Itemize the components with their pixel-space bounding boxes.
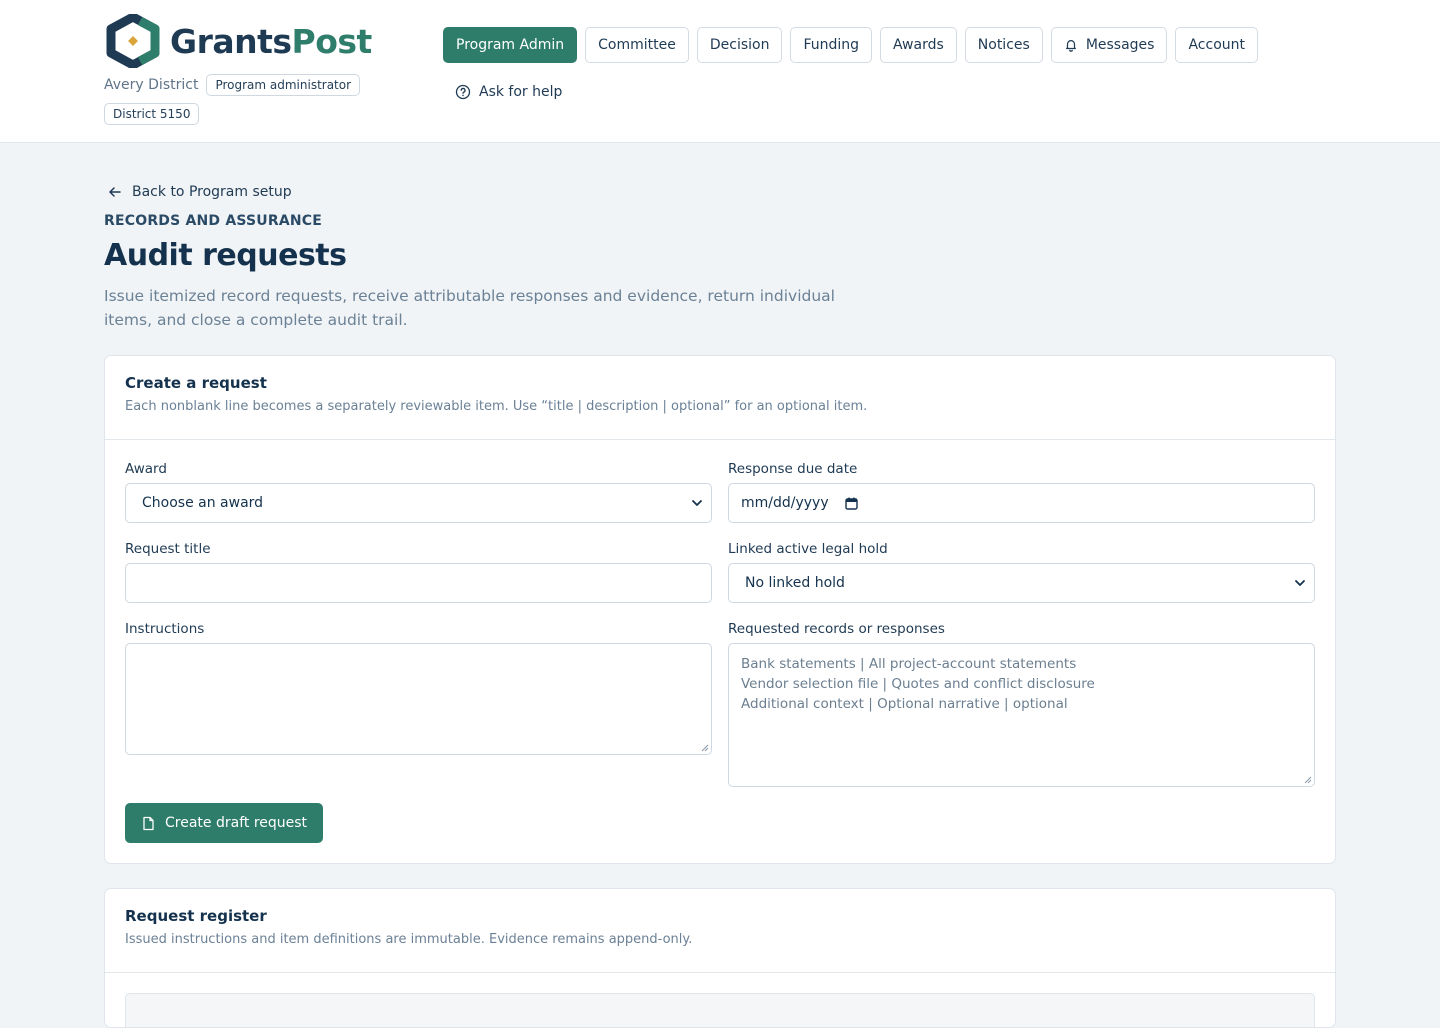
nav-notices[interactable]: Notices bbox=[964, 27, 1043, 63]
due-date-label: Response due date bbox=[728, 461, 858, 477]
resize-handle-icon[interactable] bbox=[701, 744, 709, 752]
request-title-input[interactable] bbox=[125, 563, 712, 603]
back-link-label: Back to Program setup bbox=[132, 184, 292, 200]
create-draft-request-button[interactable]: Create draft request bbox=[125, 803, 324, 843]
role-badge: Program administrator bbox=[206, 74, 361, 96]
due-date-value: mm/dd/yyyy bbox=[741, 495, 829, 511]
grantspost-logo-icon bbox=[106, 14, 160, 68]
instructions-value bbox=[126, 644, 711, 664]
page-title: Audit requests bbox=[104, 238, 347, 273]
org-name: Avery District bbox=[104, 77, 199, 93]
award-label: Award bbox=[125, 461, 167, 477]
award-selected-value: Choose an award bbox=[142, 495, 264, 511]
create-draft-request-label: Create draft request bbox=[165, 815, 308, 831]
help-circle-icon bbox=[455, 84, 471, 100]
create-request-title: Create a request bbox=[125, 374, 267, 392]
section-eyebrow: RECORDS AND ASSURANCE bbox=[104, 213, 323, 229]
create-request-header: Create a request Each nonblank line beco… bbox=[105, 356, 1335, 440]
calendar-icon[interactable] bbox=[844, 497, 858, 510]
request-title-label: Request title bbox=[125, 541, 211, 557]
create-request-subtitle: Each nonblank line becomes a separately … bbox=[125, 399, 868, 414]
chevron-down-icon bbox=[692, 500, 702, 506]
resize-handle-icon[interactable] bbox=[1304, 776, 1312, 784]
instructions-textarea[interactable] bbox=[125, 643, 712, 755]
requested-records-textarea[interactable]: Bank statements | All project-account st… bbox=[728, 643, 1315, 787]
nav-messages-label: Messages bbox=[1085, 37, 1155, 53]
nav-decision[interactable]: Decision bbox=[696, 27, 783, 63]
org-context: Avery District Program administrator bbox=[104, 74, 361, 96]
create-request-card: Create a request Each nonblank line beco… bbox=[104, 355, 1336, 864]
back-to-program-setup-link[interactable]: Back to Program setup bbox=[108, 184, 292, 200]
brand-logo[interactable]: GrantsPost bbox=[104, 14, 372, 68]
file-icon bbox=[143, 816, 154, 830]
request-register-header: Request register Issued instructions and… bbox=[105, 889, 1335, 973]
nav-awards[interactable]: Awards bbox=[880, 27, 957, 63]
legal-hold-select[interactable]: No linked hold bbox=[728, 563, 1315, 603]
award-select[interactable]: Choose an award bbox=[125, 483, 712, 523]
ask-for-help-link[interactable]: Ask for help bbox=[455, 84, 562, 100]
request-register-subtitle: Issued instructions and item definitions… bbox=[125, 932, 693, 947]
nav-committee[interactable]: Committee bbox=[585, 27, 689, 63]
nav-account[interactable]: Account bbox=[1175, 27, 1258, 63]
legal-hold-label: Linked active legal hold bbox=[728, 541, 888, 557]
main-nav: Program Admin Committee Decision Funding… bbox=[443, 27, 1258, 63]
request-register-card: Request register Issued instructions and… bbox=[104, 888, 1336, 1028]
instructions-label: Instructions bbox=[125, 621, 205, 637]
due-date-input[interactable]: mm/dd/yyyy bbox=[728, 483, 1315, 523]
legal-hold-selected-value: No linked hold bbox=[745, 575, 845, 591]
requested-records-placeholder: Bank statements | All project-account st… bbox=[741, 656, 1095, 712]
arrow-left-icon bbox=[109, 187, 121, 197]
request-register-title: Request register bbox=[125, 907, 267, 925]
bell-icon bbox=[1065, 40, 1076, 52]
register-table-header bbox=[125, 993, 1315, 1027]
app-header: GrantsPost Avery District Program admini… bbox=[0, 0, 1440, 143]
chevron-down-icon bbox=[1295, 580, 1305, 586]
nav-messages[interactable]: Messages bbox=[1050, 27, 1168, 63]
nav-program-admin[interactable]: Program Admin bbox=[443, 27, 578, 63]
ask-for-help-label: Ask for help bbox=[479, 84, 563, 100]
brand-name: GrantsPost bbox=[170, 21, 372, 61]
page-description: Issue itemized record requests, receive … bbox=[104, 287, 835, 329]
requested-records-label: Requested records or responses bbox=[728, 621, 945, 637]
district-badge: District 5150 bbox=[104, 103, 200, 125]
nav-funding[interactable]: Funding bbox=[790, 27, 873, 63]
